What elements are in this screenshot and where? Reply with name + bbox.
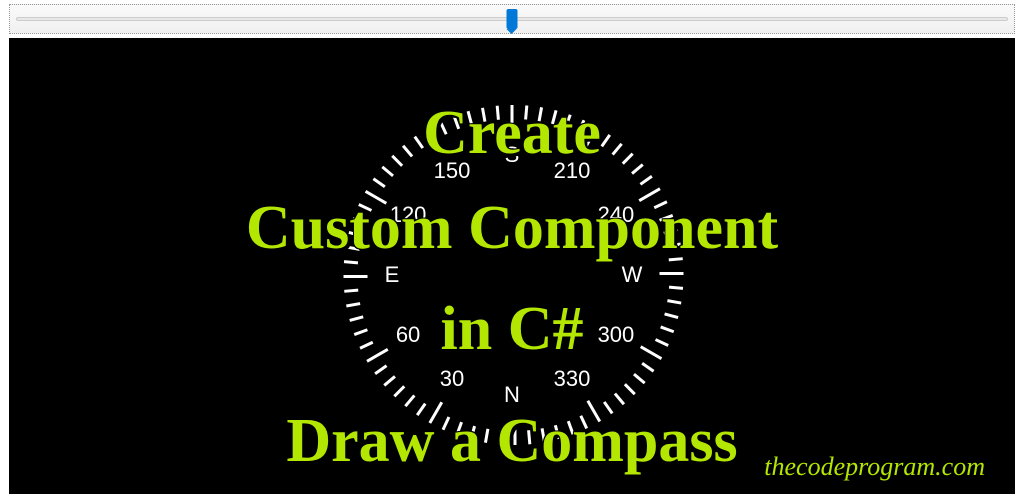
watermark: thecodeprogram.com — [764, 452, 985, 482]
heading-slider-container — [9, 4, 1015, 34]
compass-label-w: W — [622, 262, 643, 288]
compass-label-e: E — [385, 262, 400, 288]
title-line-1: Create — [423, 98, 601, 169]
compass-tick-minor — [667, 299, 681, 304]
compass-tick-major — [640, 346, 662, 361]
slider-thumb[interactable] — [507, 9, 518, 29]
compass-tick-minor — [359, 341, 373, 350]
compass-tick-minor — [664, 313, 678, 320]
compass-tick-minor — [383, 375, 396, 386]
compass-tick-minor — [660, 326, 674, 334]
compass-tick-minor — [633, 373, 646, 384]
title-line-3: in C# — [441, 294, 584, 365]
compass-tick-minor — [655, 338, 669, 347]
compass-label-30: 30 — [440, 366, 464, 392]
compass-tick-minor — [622, 153, 634, 165]
compass-label-300: 300 — [598, 322, 635, 348]
compass-tick-minor — [349, 315, 363, 322]
compass-tick-minor — [346, 302, 360, 307]
compass-label-n: N — [504, 382, 520, 408]
compass-tick-minor — [344, 289, 358, 293]
compass-tick-minor — [611, 143, 622, 156]
compass-tick-minor — [641, 362, 654, 372]
compass-label-60: 60 — [396, 322, 420, 348]
compass-tick-minor — [640, 175, 653, 185]
compass-tick-minor — [624, 383, 636, 395]
compass-tick-major — [344, 275, 368, 278]
compass-tick-major — [660, 272, 684, 275]
compass-tick-minor — [374, 365, 387, 375]
compass-tick-minor — [391, 155, 403, 167]
title-line-4: Draw a Compass — [286, 406, 737, 477]
compass-tick-major — [366, 348, 388, 363]
compass-tick-minor — [614, 393, 625, 406]
compass-tick-minor — [601, 134, 611, 147]
compass-tick-minor — [354, 328, 368, 336]
compass-tick-minor — [402, 145, 413, 158]
title-line-2: Custom Component — [246, 193, 778, 264]
compass-canvas: NESW3060120150210240300330 Create Custom… — [9, 38, 1015, 494]
compass-label-330: 330 — [554, 366, 591, 392]
compass-tick-minor — [393, 385, 405, 397]
compass-tick-minor — [373, 178, 386, 188]
compass-tick-minor — [381, 166, 394, 177]
compass-tick-minor — [631, 164, 644, 175]
compass-tick-minor — [669, 286, 683, 290]
